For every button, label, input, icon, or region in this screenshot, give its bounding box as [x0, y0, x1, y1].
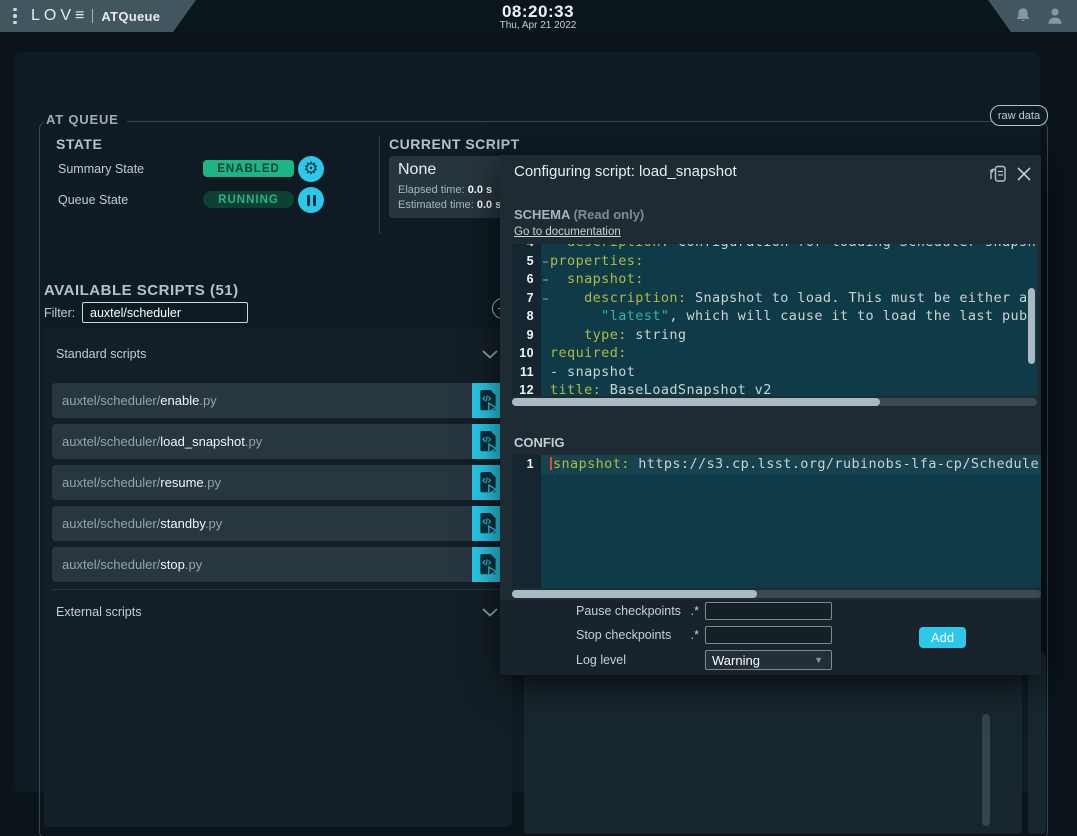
schema-section-title: SCHEMA (Read only): [514, 207, 644, 222]
scrollbar-thumb[interactable]: [512, 590, 757, 598]
top-bar: LOV≡ ATQueue 08:20:33 Thu, Apr 21 2022: [0, 0, 1077, 32]
estimated-time: Estimated time: 0.0 s: [398, 199, 501, 211]
schema-vertical-scrollbar[interactable]: [1028, 288, 1035, 364]
chevron-down-icon[interactable]: [482, 350, 498, 359]
script-path-prefix: auxtel/scheduler/: [62, 434, 160, 449]
code-line: 4 description: Configuration for loading…: [512, 244, 1037, 252]
script-name: resume: [160, 475, 203, 490]
select-arrow-icon: ▼: [814, 655, 823, 665]
summary-state-badge: ENABLED: [203, 160, 294, 177]
script-extension: .py: [204, 475, 221, 490]
script-row[interactable]: auxtel/scheduler/load_snapshot.py: [52, 424, 504, 459]
kebab-menu-icon[interactable]: [13, 8, 17, 25]
script-path-prefix: auxtel/scheduler/: [62, 557, 160, 572]
script-name: stop: [160, 557, 185, 572]
filter-label: Filter:: [44, 306, 75, 320]
pause-checkpoints-input[interactable]: [705, 602, 832, 620]
pause-icon[interactable]: [298, 187, 324, 213]
state-section-title: STATE: [56, 136, 102, 152]
top-bar-left-panel: LOV≡ ATQueue: [0, 0, 200, 32]
summary-state-label: Summary State: [58, 162, 144, 176]
raw-data-button[interactable]: raw data: [990, 105, 1048, 126]
log-level-select[interactable]: Warning▼: [705, 650, 832, 670]
filter-input[interactable]: [82, 302, 248, 323]
queue-list-panel: [524, 652, 1022, 834]
code-line: 11- snapshot: [512, 363, 1037, 382]
queue-scrollbar[interactable]: [982, 714, 990, 826]
script-extension: .py: [199, 393, 216, 408]
schema-horizontal-scrollbar: [512, 398, 1037, 406]
close-icon[interactable]: [1014, 164, 1034, 184]
documentation-link[interactable]: Go to documentation: [514, 226, 621, 238]
standard-scripts-header[interactable]: Standard scripts: [56, 347, 146, 361]
script-name: load_snapshot: [160, 434, 245, 449]
configure-script-modal: Configuring script: load_snapshot SCHEMA…: [500, 155, 1041, 675]
config-code-editor[interactable]: 1snapshot: https://s3.cp.lsst.org/rubino…: [512, 455, 1041, 588]
code-line: 10required:: [512, 344, 1037, 363]
modal-title: Configuring script: load_snapshot: [514, 163, 737, 180]
atqueue-app: LOV≡ ATQueue 08:20:33 Thu, Apr 21 2022 A…: [0, 0, 1077, 836]
script-path-prefix: auxtel/scheduler/: [62, 516, 160, 531]
code-line: 1snapshot: https://s3.cp.lsst.org/rubino…: [512, 455, 1041, 474]
script-name: standby: [160, 516, 205, 531]
add-button[interactable]: Add: [919, 627, 966, 648]
chevron-down-icon[interactable]: [482, 608, 498, 617]
code-line: 8 "latest", which will cause it to load …: [512, 307, 1037, 326]
script-extension: .py: [185, 557, 202, 572]
script-extension: .py: [245, 434, 262, 449]
script-path-prefix: auxtel/scheduler/: [62, 475, 160, 490]
script-config-form: Pause checkpoints.* Stop checkpoints.* L…: [500, 600, 1041, 675]
queue-side-panel: [1028, 652, 1046, 834]
panel-title: AT QUEUE: [44, 112, 127, 127]
copy-icon[interactable]: [987, 163, 1009, 185]
config-horizontal-scrollbar: [512, 590, 1041, 598]
script-path-prefix: auxtel/scheduler/: [62, 393, 160, 408]
code-line: 9 type: string: [512, 326, 1037, 345]
notification-bell-icon[interactable]: [1013, 6, 1033, 26]
clock-date: Thu, Apr 21 2022: [458, 20, 618, 31]
user-icon[interactable]: [1045, 6, 1065, 26]
script-row[interactable]: auxtel/scheduler/resume.py: [52, 465, 504, 500]
clock: 08:20:33 Thu, Apr 21 2022: [458, 3, 618, 31]
config-gutter: [512, 455, 541, 588]
available-scripts-title: AVAILABLE SCRIPTS (51): [44, 282, 239, 299]
stop-checkpoints-input[interactable]: [705, 626, 832, 644]
scripts-divider: [52, 589, 504, 590]
code-line: 12title: BaseLoadSnapshot v2: [512, 381, 1037, 396]
script-name: enable: [160, 393, 199, 408]
code-line: 7 description: Snapshot to load. This mu…: [512, 289, 1037, 308]
script-row[interactable]: auxtel/scheduler/stop.py: [52, 547, 504, 582]
clock-time: 08:20:33: [458, 3, 618, 20]
script-row[interactable]: auxtel/scheduler/enable.py: [52, 383, 504, 418]
current-script-title: CURRENT SCRIPT: [389, 136, 520, 152]
scrollbar-thumb[interactable]: [512, 398, 880, 406]
pause-checkpoints-label: Pause checkpoints.*: [576, 604, 699, 618]
config-section-title: CONFIG: [514, 435, 565, 450]
queue-state-badge: RUNNING: [203, 191, 294, 208]
top-bar-right-panel: [985, 0, 1077, 32]
script-extension: .py: [205, 516, 222, 531]
code-line: 6 snapshot:: [512, 270, 1037, 289]
queue-state-label: Queue State: [58, 193, 128, 207]
gear-icon[interactable]: ⚙: [298, 156, 324, 182]
code-line: 5properties:: [512, 252, 1037, 271]
stop-checkpoints-label: Stop checkpoints.*: [576, 628, 699, 642]
section-divider: [379, 136, 380, 234]
love-logo: LOV≡: [31, 7, 88, 25]
text-cursor: [550, 457, 552, 470]
script-row[interactable]: auxtel/scheduler/standby.py: [52, 506, 504, 541]
elapsed-time: Elapsed time: 0.0 s: [398, 184, 492, 196]
current-script-name: None: [398, 161, 436, 179]
external-scripts-header[interactable]: External scripts: [56, 605, 141, 619]
schema-code-editor[interactable]: 4 description: Configuration for loading…: [512, 244, 1037, 396]
app-title: ATQueue: [101, 9, 160, 24]
log-level-label: Log level: [576, 653, 699, 667]
logo-divider: [92, 9, 93, 23]
